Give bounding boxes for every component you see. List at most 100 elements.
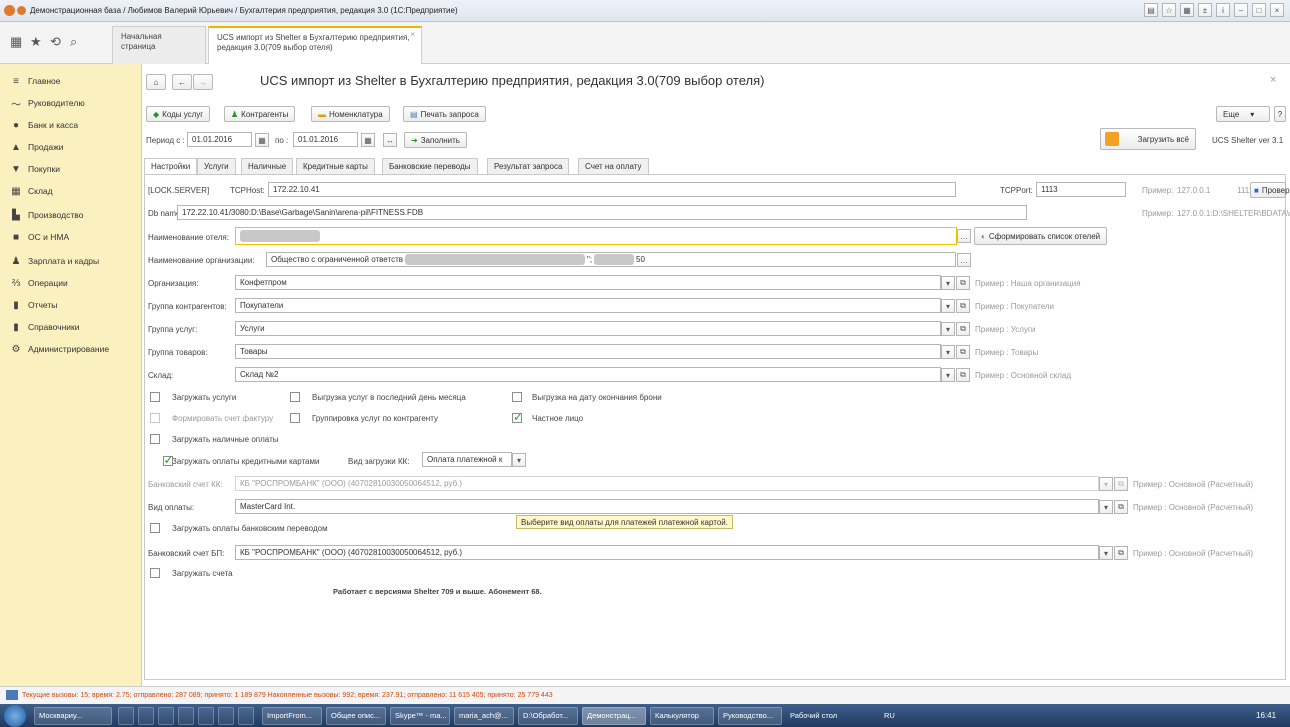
calendar-icon[interactable]: ▦ [361,133,375,147]
organization-input[interactable]: Конфетпром [235,275,941,290]
last-day-checkbox[interactable] [290,392,300,402]
app-icon[interactable] [218,707,234,725]
help-button[interactable]: ? [1274,106,1286,122]
services-codes-button[interactable]: ◆ Коды услуг [146,106,211,122]
period-select-icon[interactable]: ↔ [383,133,397,147]
tab-services[interactable]: Услуги [197,158,236,174]
select-button[interactable]: … [957,229,971,243]
period-to-input[interactable]: 01.01.2016 [293,132,358,147]
calendar-icon[interactable]: ▦ [1180,3,1194,17]
app-icon[interactable] [178,707,194,725]
chevron-down-icon[interactable]: ▾ [1099,500,1113,514]
open-icon[interactable]: ⧉ [1114,477,1128,491]
taskbar-item[interactable]: Руководство... [718,707,782,725]
taskbar-item[interactable]: D:\Обработ... [518,707,578,725]
open-icon[interactable]: ⧉ [1114,500,1128,514]
chevron-down-icon[interactable]: ▾ [1099,477,1113,491]
sidebar-item-operations[interactable]: ⅔ Операции [10,276,68,290]
private-person-checkbox[interactable] [512,410,523,424]
sidebar-item-assets[interactable]: ■ ОС и НМА [10,230,69,244]
sidebar-item-manager[interactable]: 〜 Руководителю [10,96,85,111]
sidebar-item-main[interactable]: ≡ Главное [10,74,60,88]
open-icon[interactable]: ⧉ [956,276,970,290]
history-icon[interactable]: ▤ [1144,3,1158,17]
tcpport-input[interactable]: 1113 [1036,182,1126,197]
star-icon[interactable]: ★ [30,34,42,50]
sidebar-item-bank[interactable]: ● Банк и касса [10,118,78,132]
sidebar-item-catalogs[interactable]: ▮ Справочники [10,320,79,334]
taskbar-item-active[interactable]: Демонстрац... [582,707,646,725]
taskbar-item[interactable]: ImportFrom... [262,707,322,725]
app-icon[interactable] [118,707,134,725]
app-icon[interactable] [198,707,214,725]
taskbar-item[interactable]: Общее опис... [326,707,386,725]
language-indicator[interactable]: RU [884,711,895,720]
chevron-down-icon[interactable]: ▾ [941,299,955,313]
taskbar-item[interactable]: Калькулятор [650,707,714,725]
warehouse-input[interactable]: Склад №2 [235,367,941,382]
open-icon[interactable]: ⧉ [1114,546,1128,560]
maximize-icon[interactable]: □ [1252,3,1266,17]
tab-query-result[interactable]: Результат запроса [487,158,570,174]
sidebar-item-production[interactable]: ▙ Производство [10,208,83,222]
back-button[interactable]: ← [172,74,192,90]
app-icon[interactable] [238,707,254,725]
taskbar-item[interactable]: maria_ach@... [454,707,514,725]
goods-group-input[interactable]: Товары [235,344,941,359]
chevron-down-icon[interactable]: ▾ [941,276,955,290]
sidebar-item-reports[interactable]: ▮ Отчеты [10,298,57,312]
chevron-down-icon[interactable]: ▾ [512,453,526,467]
db-input[interactable]: 172.22.10.41/3080:D:\Base\Garbage\Sanin\… [177,205,1027,220]
hotel-input[interactable] [235,227,957,245]
search-icon[interactable]: ⌕ [70,34,77,50]
taskbar-item[interactable]: Skype™ - ma... [390,707,450,725]
nomenclature-button[interactable]: ▬ Номенклатура [311,106,390,122]
history-icon[interactable]: ⟲ [50,34,61,50]
menu-icon[interactable] [17,6,26,15]
grid-icon[interactable]: ▦ [10,34,22,50]
home-button[interactable]: ⌂ [146,74,166,90]
chevron-down-icon[interactable]: ▾ [941,345,955,359]
chevron-down-icon[interactable]: ▾ [941,368,955,382]
fill-button[interactable]: ➔ Заполнить [404,132,467,148]
open-icon[interactable]: ⧉ [956,299,970,313]
close-icon[interactable]: × [1270,3,1284,17]
bank-bp-input[interactable]: КБ "РОСПРОМБАНК" (ООО) (4070281003005006… [235,545,1099,560]
app-icon[interactable] [158,707,174,725]
invoice-checkbox[interactable] [150,413,160,423]
group-checkbox[interactable] [290,413,300,423]
close-tab-icon[interactable]: × [410,30,415,40]
calc-icon[interactable]: ± [1198,3,1212,17]
make-hotels-list-button[interactable]: ◐ Сформировать список отелей [974,227,1108,245]
info-icon[interactable]: i [1216,3,1230,17]
more-button[interactable]: Еще ▾ [1216,106,1270,122]
load-services-checkbox[interactable] [150,392,160,402]
bank-kk-input[interactable]: КБ "РОСПРОМБАНК" (ООО) (4070281003005006… [235,476,1099,491]
kk-type-select[interactable]: Оплата платежной к [422,452,512,467]
chevron-down-icon[interactable]: ▾ [941,322,955,336]
tab-bank-transfers[interactable]: Банковские переводы [382,158,478,174]
app-icon[interactable] [138,707,154,725]
tab-credit-cards[interactable]: Кредитные карты [296,158,375,174]
app-icon[interactable] [4,5,15,16]
tab-invoice[interactable]: Счет на оплату [578,158,649,174]
select-button[interactable]: … [957,253,971,267]
load-all-button[interactable]: Загрузить всё [1100,128,1196,150]
sidebar-item-salary[interactable]: ♟ Зарплата и кадры [10,254,100,268]
end-date-checkbox[interactable] [512,392,522,402]
payment-type-input[interactable]: MasterCard Int. [235,499,1099,514]
open-icon[interactable]: ⧉ [956,345,970,359]
sidebar-item-purchases[interactable]: ▼ Покупки [10,162,60,176]
contractor-group-input[interactable]: Покупатели [235,298,941,313]
calendar-icon[interactable]: ▦ [255,133,269,147]
open-icon[interactable]: ⧉ [956,322,970,336]
favorite-icon[interactable]: ☆ [1162,3,1176,17]
period-from-input[interactable]: 01.01.2016 [187,132,252,147]
tab-settings[interactable]: Настройки [144,158,198,175]
minimize-icon[interactable]: – [1234,3,1248,17]
bills-checkbox[interactable] [150,568,160,578]
start-icon[interactable] [4,705,26,727]
cash-checkbox[interactable] [150,434,160,444]
sidebar-item-warehouse[interactable]: ▦ Склад [10,184,52,198]
transfers-checkbox[interactable] [150,523,160,533]
